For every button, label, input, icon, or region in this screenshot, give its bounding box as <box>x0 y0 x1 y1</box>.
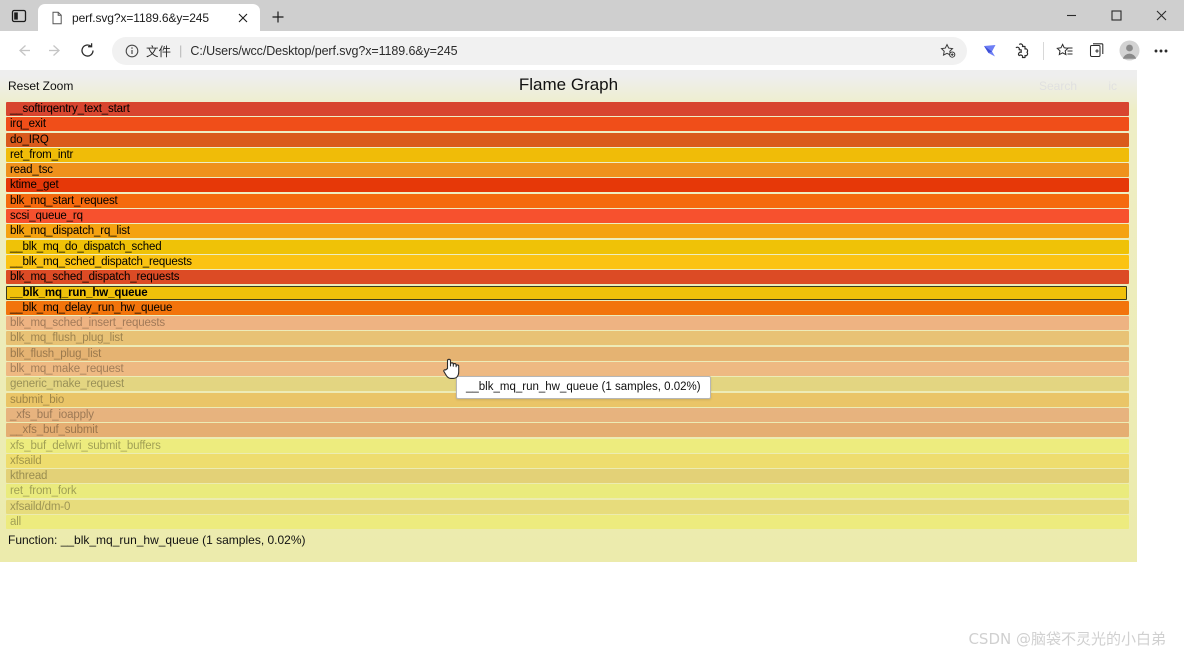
frame-rect[interactable] <box>6 408 1129 422</box>
flamegraph-frame[interactable]: scsi_queue_rq <box>0 209 1137 224</box>
frame-rect[interactable] <box>6 102 1129 116</box>
url-text[interactable]: C:/Users/wcc/Desktop/perf.svg?x=1189.6&y… <box>190 44 928 58</box>
back-button[interactable] <box>8 36 38 66</box>
watermark: CSDN @脑袋不灵光的小白弟 <box>968 628 1166 649</box>
frame-rect[interactable] <box>6 500 1129 514</box>
toolbar-divider <box>1043 42 1044 60</box>
profile-avatar[interactable] <box>1114 36 1144 66</box>
flamegraph-frame[interactable]: xfsaild <box>0 454 1137 469</box>
browser-essentials-icon[interactable] <box>1007 36 1037 66</box>
frame-rect[interactable] <box>6 224 1129 238</box>
frame-rect[interactable] <box>6 423 1129 437</box>
browser-toolbar: 文件 | C:/Users/wcc/Desktop/perf.svg?x=118… <box>0 31 1184 70</box>
new-tab-button[interactable] <box>264 3 292 31</box>
settings-and-more-icon[interactable] <box>1146 36 1176 66</box>
flamegraph-header: Reset Zoom Flame Graph Search ic <box>0 70 1137 102</box>
collections-icon[interactable] <box>1082 36 1112 66</box>
flamegraph-frame[interactable]: _xfs_buf_ioapply <box>0 408 1137 423</box>
flamegraph-frame[interactable]: do_IRQ <box>0 133 1137 148</box>
frame-tooltip: __blk_mq_run_hw_queue (1 samples, 0.02%) <box>456 376 711 399</box>
maximize-button[interactable] <box>1094 0 1139 31</box>
frame-rect[interactable] <box>6 270 1129 284</box>
address-bar[interactable]: 文件 | C:/Users/wcc/Desktop/perf.svg?x=118… <box>112 37 967 65</box>
frame-rect[interactable] <box>6 240 1129 254</box>
window-controls <box>1049 0 1184 31</box>
close-button[interactable] <box>1139 0 1184 31</box>
frame-rect[interactable] <box>6 316 1129 330</box>
toolbar-right-icons <box>975 36 1176 66</box>
frame-rect[interactable] <box>6 454 1129 468</box>
frame-rect[interactable] <box>6 117 1129 131</box>
flamegraph-frame[interactable]: __blk_mq_sched_dispatch_requests <box>0 255 1137 270</box>
flamegraph-frame[interactable]: ktime_get <box>0 178 1137 193</box>
ic-label[interactable]: ic <box>1108 79 1117 93</box>
favorites-icon[interactable] <box>1050 36 1080 66</box>
frame-rect[interactable] <box>6 484 1129 498</box>
document-icon <box>49 10 64 25</box>
refresh-button[interactable] <box>72 36 102 66</box>
frame-rect[interactable] <box>6 209 1129 223</box>
frame-rect[interactable] <box>6 255 1129 269</box>
flamegraph-frame[interactable]: blk_mq_dispatch_rq_list <box>0 224 1137 239</box>
info-circle-icon[interactable] <box>124 43 139 58</box>
flamegraph-frame[interactable]: all <box>0 515 1137 530</box>
browser-tab[interactable]: perf.svg?x=1189.6&y=245 <box>38 4 260 31</box>
flamegraph-frame[interactable]: blk_mq_sched_dispatch_requests <box>0 270 1137 285</box>
frame-rect[interactable] <box>6 178 1129 192</box>
flamegraph-frame[interactable]: ret_from_fork <box>0 484 1137 499</box>
flamegraph-frame[interactable]: ret_from_intr <box>0 148 1137 163</box>
flamegraph-frame[interactable]: blk_mq_start_request <box>0 194 1137 209</box>
url-separator: | <box>179 43 182 58</box>
flamegraph-frame[interactable]: blk_mq_sched_insert_requests <box>0 316 1137 331</box>
frame-rect[interactable] <box>6 163 1129 177</box>
frame-rect[interactable] <box>6 301 1129 315</box>
flamegraph-frame[interactable]: blk_flush_plug_list <box>0 347 1137 362</box>
frame-rect[interactable] <box>6 148 1129 162</box>
frame-rect[interactable] <box>6 515 1129 529</box>
frame-rect[interactable] <box>6 194 1129 208</box>
frame-rect[interactable] <box>6 469 1129 483</box>
frame-rect[interactable] <box>6 331 1129 345</box>
close-icon[interactable] <box>234 9 252 27</box>
page-viewport: Reset Zoom Flame Graph Search ic __softi… <box>0 70 1184 661</box>
frame-rect[interactable] <box>6 347 1129 361</box>
tab-actions-button[interactable] <box>0 0 38 31</box>
frame-rect[interactable] <box>6 286 1127 300</box>
forward-button[interactable] <box>40 36 70 66</box>
add-favorite-icon[interactable] <box>935 38 961 64</box>
flamegraph-frame[interactable]: __blk_mq_do_dispatch_sched <box>0 240 1137 255</box>
flamegraph-frame[interactable]: __blk_mq_run_hw_queue <box>0 286 1137 301</box>
tab-strip: perf.svg?x=1189.6&y=245 <box>0 0 1184 31</box>
search-button[interactable]: Search <box>1039 79 1077 93</box>
flamegraph-frame[interactable]: xfsaild/dm-0 <box>0 500 1137 515</box>
flamegraph-frame[interactable]: __softirqentry_text_start <box>0 102 1137 117</box>
frame-rect[interactable] <box>6 133 1129 147</box>
flamegraph-frame[interactable]: __xfs_buf_submit <box>0 423 1137 438</box>
frame-rect[interactable] <box>6 439 1129 453</box>
browser-window: perf.svg?x=1189.6&y=245 <box>0 0 1184 661</box>
frame-rect[interactable] <box>6 362 1129 376</box>
minimize-button[interactable] <box>1049 0 1094 31</box>
flamegraph-frame[interactable]: irq_exit <box>0 117 1137 132</box>
url-scheme-label: 文件 <box>146 41 171 60</box>
flamegraph-frame[interactable]: read_tsc <box>0 163 1137 178</box>
flamegraph-svg: Reset Zoom Flame Graph Search ic __softi… <box>0 70 1137 562</box>
collections-pin-icon[interactable] <box>975 36 1005 66</box>
tab-title: perf.svg?x=1189.6&y=245 <box>72 11 226 25</box>
flamegraph-frames: __softirqentry_text_startirq_exitdo_IRQr… <box>0 102 1137 530</box>
flamegraph-frame[interactable]: blk_mq_flush_plug_list <box>0 331 1137 346</box>
flamegraph-frame[interactable]: kthread <box>0 469 1137 484</box>
flamegraph-frame[interactable]: __blk_mq_delay_run_hw_queue <box>0 301 1137 316</box>
page-title: Flame Graph <box>0 75 1137 95</box>
status-text: Function: __blk_mq_run_hw_queue (1 sampl… <box>8 533 306 547</box>
flamegraph-frame[interactable]: xfs_buf_delwri_submit_buffers <box>0 439 1137 454</box>
